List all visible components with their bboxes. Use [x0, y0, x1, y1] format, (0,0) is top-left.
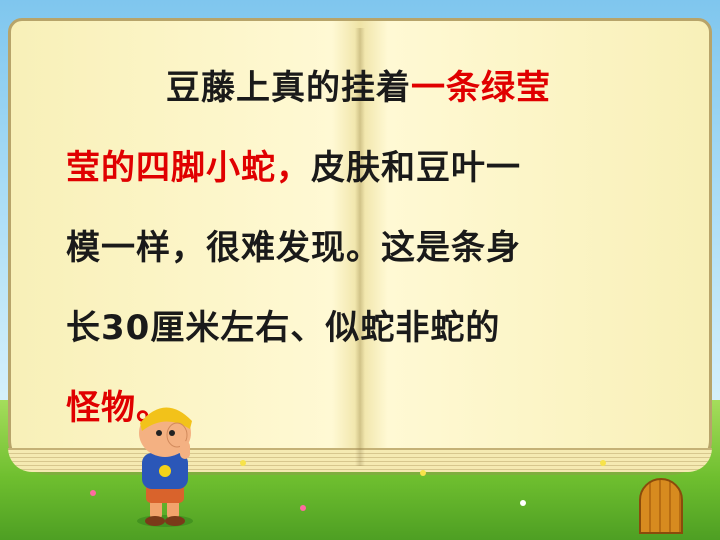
line4-black: 长30厘米左右、似蛇非蛇的 — [66, 308, 501, 348]
story-text: 豆藤上真的挂着一条绿莹 莹的四脚小蛇，皮肤和豆叶一 模一样，很难发现。这是条身 … — [66, 48, 656, 448]
child-cartoon-icon — [137, 407, 193, 527]
door-icon — [639, 478, 683, 534]
story-line-3: 模一样，很难发现。这是条身 — [66, 208, 656, 288]
line1-red: 一条绿莹 — [411, 68, 551, 108]
line1-black: 豆藤上真的挂着 — [166, 68, 411, 108]
story-line-4: 长30厘米左右、似蛇非蛇的 — [66, 288, 656, 368]
story-line-1: 豆藤上真的挂着一条绿莹 — [66, 48, 656, 128]
story-line-2: 莹的四脚小蛇，皮肤和豆叶一 — [66, 128, 656, 208]
line2-black: 皮肤和豆叶一 — [311, 148, 521, 188]
slide-scene: 豆藤上真的挂着一条绿莹 莹的四脚小蛇，皮肤和豆叶一 模一样，很难发现。这是条身 … — [0, 0, 720, 540]
line2-red: 莹的四脚小蛇， — [66, 148, 311, 188]
line3-black: 模一样，很难发现。这是条身 — [66, 228, 521, 268]
